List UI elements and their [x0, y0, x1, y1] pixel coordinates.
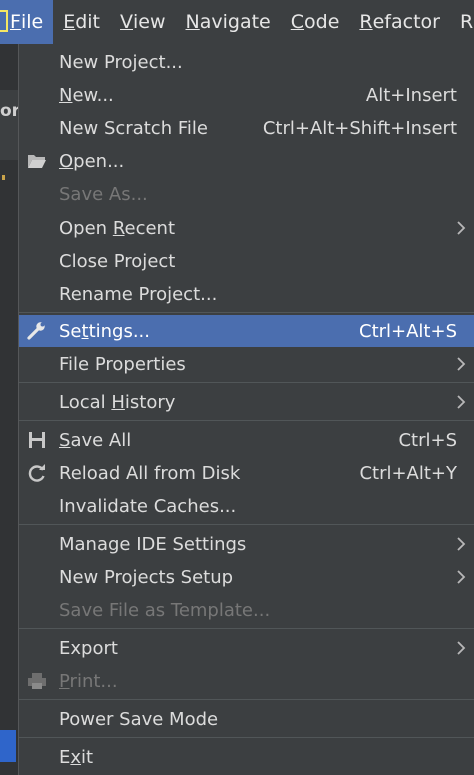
menu-item-label: Save All [59, 429, 132, 451]
menu-item-rename-project[interactable]: Rename Project... [19, 278, 474, 310]
menu-item-open[interactable]: Open... [19, 145, 474, 177]
menu-item-file-properties[interactable]: File Properties [19, 348, 474, 380]
menu-separator [19, 628, 474, 629]
menu-item-new-scratch-file[interactable]: New Scratch File Ctrl+Alt+Shift+Insert [19, 112, 474, 144]
menu-item-label: Manage IDE Settings [59, 533, 247, 555]
chevron-right-icon [457, 641, 466, 655]
menu-item-label: Export [59, 637, 118, 659]
menu-item-reload-all[interactable]: Reload All from Disk Ctrl+Alt+Y [19, 457, 474, 489]
menu-item-new-projects-setup[interactable]: New Projects Setup [19, 561, 474, 593]
chevron-right-icon [457, 395, 466, 409]
background-marker [2, 175, 5, 180]
menu-item-label: Rename Project... [59, 283, 218, 305]
menu-item-power-save-mode[interactable]: Power Save Mode [19, 703, 474, 735]
menu-item-label: File Properties [59, 353, 186, 375]
menu-item-label: Settings... [59, 320, 150, 342]
menu-item-label: Local History [59, 391, 176, 413]
menu-item-save-as[interactable]: Save As... [19, 178, 474, 210]
shortcut-label: Ctrl+S [398, 429, 457, 451]
menu-item-close-project[interactable]: Close Project [19, 245, 474, 277]
menu-item-print[interactable]: Print... [19, 665, 474, 697]
app-icon [0, 10, 8, 32]
menu-item-label: Save As... [59, 183, 148, 205]
menu-separator [19, 382, 474, 383]
background-selection [0, 730, 16, 762]
menu-item-manage-ide-settings[interactable]: Manage IDE Settings [19, 528, 474, 560]
chevron-right-icon [457, 221, 466, 235]
shortcut-label: Ctrl+Alt+Y [359, 462, 457, 484]
menu-item-invalidate-caches[interactable]: Invalidate Caches... [19, 490, 474, 522]
menu-item-label: New Projects Setup [59, 566, 234, 588]
menu-item-label: Save File as Template... [59, 599, 271, 621]
wrench-icon [27, 322, 45, 340]
menu-item-label: New Project... [59, 51, 183, 73]
menu-separator [19, 737, 474, 738]
menu-item-label: New... [59, 84, 114, 106]
file-menu-dropdown: New Project... New... Alt+Insert New Scr… [18, 44, 474, 775]
menu-item-label: Close Project [59, 250, 176, 272]
chevron-right-icon [457, 570, 466, 584]
menu-item-label: New Scratch File [59, 117, 208, 139]
menu-item-label: Reload All from Disk [59, 462, 241, 484]
menu-code[interactable]: Code [281, 0, 350, 44]
menu-item-label: Invalidate Caches... [59, 495, 237, 517]
printer-icon [28, 673, 46, 689]
menu-item-label: Exit [59, 746, 94, 768]
chevron-right-icon [457, 357, 466, 371]
refresh-icon [28, 464, 45, 482]
menu-item-open-recent[interactable]: Open Recent [19, 212, 474, 244]
menu-item-new-project[interactable]: New Project... [19, 46, 474, 78]
menu-edit[interactable]: Edit [53, 0, 110, 44]
menu-item-export[interactable]: Export [19, 632, 474, 664]
menu-item-local-history[interactable]: Local History [19, 386, 474, 418]
menu-item-save-all[interactable]: Save All Ctrl+S [19, 424, 474, 456]
menu-item-settings[interactable]: Settings... Ctrl+Alt+S [19, 315, 474, 347]
main-menubar: File Edit View Navigate Code Refactor R [0, 0, 474, 44]
menu-separator [19, 420, 474, 421]
menu-item-label: Open Recent [59, 217, 176, 239]
menu-navigate[interactable]: Navigate [176, 0, 281, 44]
menu-item-save-file-as-template[interactable]: Save File as Template... [19, 594, 474, 626]
ide-background-strip: orc [0, 44, 30, 775]
shortcut-label: Ctrl+Alt+S [359, 320, 457, 342]
menu-separator [19, 524, 474, 525]
menu-run-partial[interactable]: R [450, 0, 474, 44]
menu-separator [19, 312, 474, 313]
shortcut-label: Ctrl+Alt+Shift+Insert [262, 117, 457, 139]
menu-item-label: Open... [59, 150, 125, 172]
chevron-right-icon [457, 537, 466, 551]
shortcut-label: Alt+Insert [365, 84, 457, 106]
menu-item-new[interactable]: New... Alt+Insert [19, 79, 474, 111]
menu-item-exit[interactable]: Exit [19, 741, 474, 773]
menu-separator [19, 699, 474, 700]
menu-item-label: Print... [59, 670, 118, 692]
menu-refactor[interactable]: Refactor [349, 0, 450, 44]
menu-item-label: Power Save Mode [59, 708, 219, 730]
menu-view[interactable]: View [110, 0, 176, 44]
floppy-disk-icon [29, 432, 45, 448]
folder-icon [28, 155, 46, 168]
